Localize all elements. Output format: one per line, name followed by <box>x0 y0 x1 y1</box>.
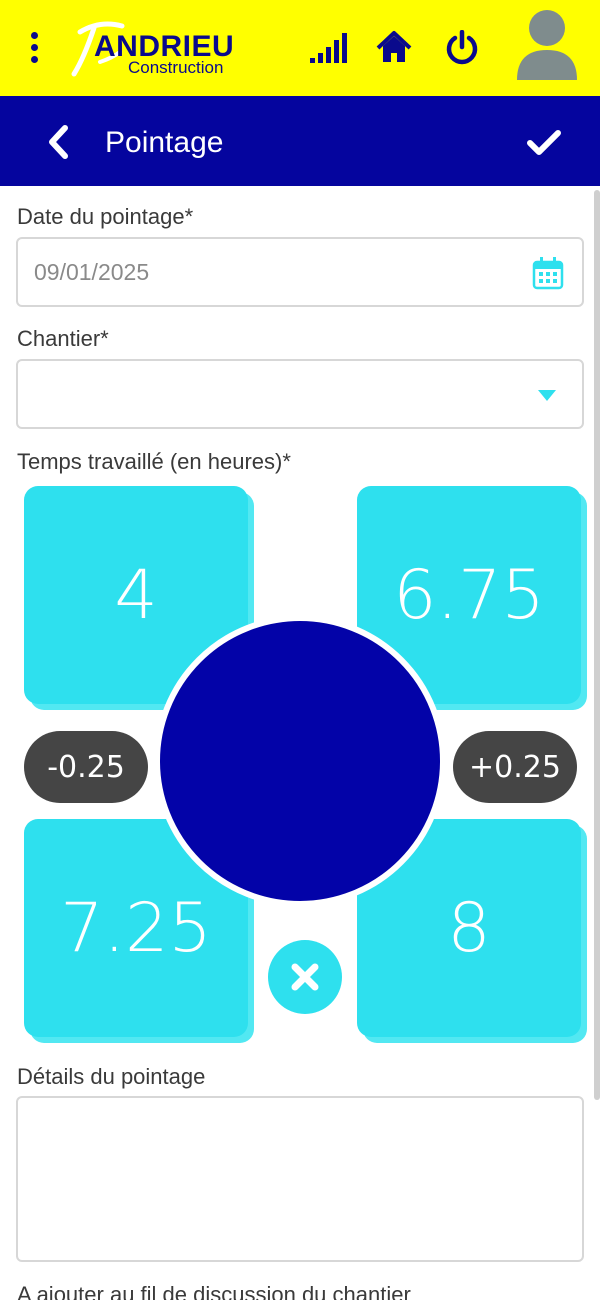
menu-dots-icon[interactable] <box>28 32 40 64</box>
page-navbar <box>0 96 600 186</box>
caret-down-icon[interactable] <box>538 390 556 401</box>
thread-label: A ajouter au fil de discussion du chanti… <box>17 1282 411 1300</box>
page-title: Pointage <box>105 126 224 159</box>
increment-button[interactable]: +0.25 <box>453 731 577 803</box>
chevron-left-icon[interactable] <box>44 124 72 160</box>
check-icon[interactable] <box>526 128 562 158</box>
clear-button[interactable] <box>268 940 342 1014</box>
logo-subtitle: Construction <box>128 58 224 77</box>
time-label: Temps travaillé (en heures)* <box>17 449 291 474</box>
chantier-select[interactable] <box>16 359 584 429</box>
hours-display-value <box>160 621 440 901</box>
date-value: 09/01/2025 <box>34 259 150 285</box>
scrollbar[interactable] <box>594 190 600 1100</box>
avatar-icon[interactable] <box>515 8 579 82</box>
hours-display[interactable] <box>154 615 446 907</box>
home-icon[interactable] <box>376 30 412 64</box>
chantier-label: Chantier* <box>17 326 109 351</box>
signal-icon <box>310 33 347 63</box>
company-logo: ANDRIEU Construction <box>70 18 245 82</box>
close-icon <box>291 963 319 991</box>
decrement-button[interactable]: -0.25 <box>24 731 148 803</box>
calendar-icon[interactable] <box>532 256 564 290</box>
details-label: Détails du pointage <box>17 1064 206 1089</box>
details-textarea[interactable] <box>16 1096 584 1262</box>
date-field[interactable]: 09/01/2025 <box>16 237 584 307</box>
power-icon[interactable] <box>444 30 480 66</box>
date-label: Date du pointage* <box>17 204 194 229</box>
